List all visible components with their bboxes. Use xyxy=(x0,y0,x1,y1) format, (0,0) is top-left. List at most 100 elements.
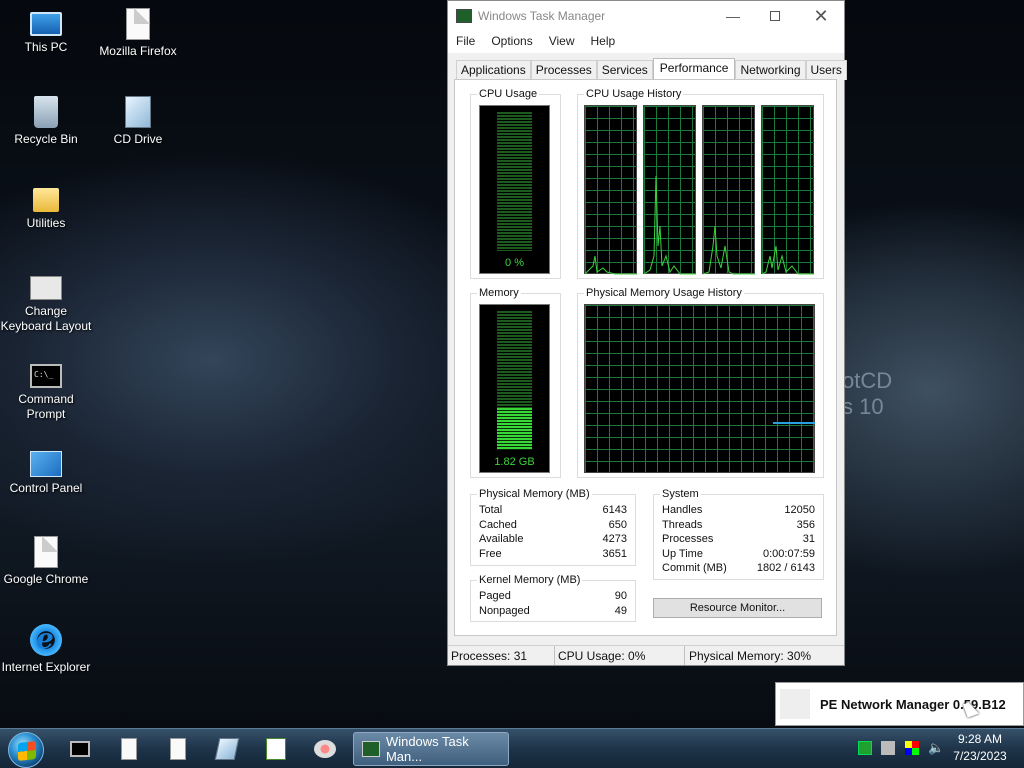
tray-network-icon[interactable] xyxy=(881,741,895,755)
status-cpu: CPU Usage: 0% xyxy=(555,646,685,665)
file-icon xyxy=(34,536,58,568)
file-icon xyxy=(170,738,186,760)
maximize-button[interactable] xyxy=(752,1,798,31)
tray-volume-muted-icon[interactable]: 🔈 xyxy=(928,741,944,755)
wallpaper-brand-line-2: s 10 xyxy=(842,394,884,419)
memory-meter-fill xyxy=(497,408,532,450)
tab-applications[interactable]: Applications xyxy=(456,60,531,80)
stat-name: Up Time xyxy=(662,548,703,560)
start-button[interactable] xyxy=(8,732,44,768)
stat-row-uptime: Up Time 0:00:07:59 xyxy=(662,547,815,561)
taskbar-clock[interactable]: 9:28 AM 7/23/2023 xyxy=(948,731,1012,765)
tab-networking[interactable]: Networking xyxy=(735,60,806,80)
taskbar-file-1[interactable] xyxy=(112,733,146,765)
cpu-usage-label: CPU Usage xyxy=(477,88,540,101)
stat-name: Free xyxy=(479,548,502,560)
recycle-bin-icon xyxy=(34,96,58,128)
stat-value: 1802 / 6143 xyxy=(756,562,815,574)
wallpaper-brand-line-1: otCD xyxy=(842,368,893,393)
desktop-icon-label: Change Keyboard Layout xyxy=(0,304,92,333)
desktop-icon-label: CD Drive xyxy=(113,132,163,146)
close-button[interactable]: ✕ xyxy=(798,1,844,31)
performance-panel: CPU Usage 0 % CPU Usage History Memory 1… xyxy=(454,79,837,636)
taskbar-notepad[interactable] xyxy=(259,733,293,765)
cpu-history-graph-core-3 xyxy=(702,105,755,275)
cpu-core-2-line xyxy=(643,175,696,275)
stat-row-cached: Cached 650 xyxy=(479,518,627,532)
memory-history-group: Physical Memory Usage History xyxy=(577,287,824,478)
system-label: System xyxy=(660,488,701,501)
taskbar-command-prompt[interactable] xyxy=(63,733,97,765)
desktop-icon-control-panel[interactable]: Control Panel xyxy=(0,448,94,496)
keyboard-settings-icon xyxy=(30,276,62,300)
paint-icon xyxy=(314,740,336,758)
stat-name: Threads xyxy=(662,519,703,531)
memory-history-graph xyxy=(584,304,815,473)
stat-row-available: Available 4273 xyxy=(479,532,627,546)
memory-history-label: Physical Memory Usage History xyxy=(584,287,744,300)
desktop-icon-cd-drive[interactable]: CD Drive xyxy=(90,96,186,147)
file-icon xyxy=(126,8,150,40)
close-icon: ✕ xyxy=(813,5,829,26)
tab-processes[interactable]: Processes xyxy=(530,60,597,80)
command-prompt-icon xyxy=(70,741,90,757)
taskbar-file-2[interactable] xyxy=(161,733,195,765)
taskbar-task-manager[interactable]: Windows Task Man... xyxy=(353,732,509,766)
network-manager-notification[interactable]: PE Network Manager 0.59.B12 xyxy=(775,682,1024,726)
stat-row-paged: Paged 90 xyxy=(479,589,627,603)
stat-row-threads: Threads 356 xyxy=(662,518,815,532)
desktop-icon-label: Google Chrome xyxy=(3,572,89,586)
desktop-icon-this-pc[interactable]: This PC xyxy=(0,8,94,55)
tray-color-icon[interactable] xyxy=(905,741,919,755)
stat-value: 31 xyxy=(802,533,815,545)
memory-group: Memory 1.82 GB xyxy=(470,287,561,478)
folder-icon xyxy=(33,188,59,212)
cpu-core-1-line xyxy=(584,255,637,275)
stat-name: Total xyxy=(479,504,503,516)
desktop-icon-label: Mozilla Firefox xyxy=(99,44,177,58)
stat-value: 4273 xyxy=(602,533,627,545)
desktop-icon-label: Utilities xyxy=(26,216,66,230)
internet-explorer-icon: e xyxy=(30,622,62,656)
tab-services[interactable]: Services xyxy=(596,60,653,80)
stat-value: 49 xyxy=(614,605,627,617)
stat-value: 6143 xyxy=(602,504,627,516)
stat-row-handles: Handles 12050 xyxy=(662,503,815,517)
title-bar[interactable]: Windows Task Manager — ✕ xyxy=(448,1,844,31)
menu-file[interactable]: File xyxy=(456,31,475,51)
kernel-memory-label: Kernel Memory (MB) xyxy=(477,574,583,587)
desktop-icon-firefox[interactable]: Mozilla Firefox xyxy=(90,8,186,59)
system-group: System Handles 12050 Threads 356 Processes… xyxy=(653,488,824,580)
desktop-icon-command-prompt[interactable]: C:\_ Command Prompt xyxy=(0,360,94,422)
tab-users[interactable]: Users xyxy=(805,60,847,80)
menu-view[interactable]: View xyxy=(549,31,575,51)
minimize-button[interactable]: — xyxy=(710,1,756,31)
desktop-icon-google-chrome[interactable]: Google Chrome xyxy=(0,536,94,587)
file-icon xyxy=(121,738,137,760)
taskbar-drive-tool[interactable] xyxy=(210,733,244,765)
desktop-icon-change-keyboard-layout[interactable]: Change Keyboard Layout xyxy=(0,272,94,334)
stat-name: Nonpaged xyxy=(479,605,530,617)
tray-green-icon[interactable] xyxy=(858,741,872,755)
desktop-icon-label: Internet Explorer xyxy=(1,660,91,674)
cpu-history-group: CPU Usage History xyxy=(577,88,824,279)
wallpaper-brand-text: otCD s 10 xyxy=(842,368,892,420)
task-manager-window: Windows Task Manager — ✕ File Options Vi… xyxy=(447,0,847,666)
menu-help[interactable]: Help xyxy=(591,31,616,51)
stat-row-nonpaged: Nonpaged 49 xyxy=(479,604,627,618)
stat-value: 650 xyxy=(608,519,627,531)
resource-monitor-button[interactable]: Resource Monitor... xyxy=(653,598,822,618)
physical-memory-group: Physical Memory (MB) Total 6143 Cached 650… xyxy=(470,488,636,566)
taskbar-paint[interactable] xyxy=(308,733,342,765)
clock-time: 9:28 AM xyxy=(957,732,1003,746)
memory-history-line xyxy=(773,422,815,424)
cpu-history-label: CPU Usage History xyxy=(584,88,684,101)
stat-value: 12050 xyxy=(784,504,815,516)
desktop-icon-utilities[interactable]: Utilities xyxy=(0,184,94,231)
desktop-icon-recycle-bin[interactable]: Recycle Bin xyxy=(0,96,94,147)
menu-options[interactable]: Options xyxy=(491,31,532,51)
desktop-icon-internet-explorer[interactable]: e Internet Explorer xyxy=(0,622,94,675)
memory-meter: 1.82 GB xyxy=(479,304,550,473)
desktop-icon-label: Command Prompt xyxy=(18,392,74,421)
memory-label: Memory xyxy=(477,287,521,300)
